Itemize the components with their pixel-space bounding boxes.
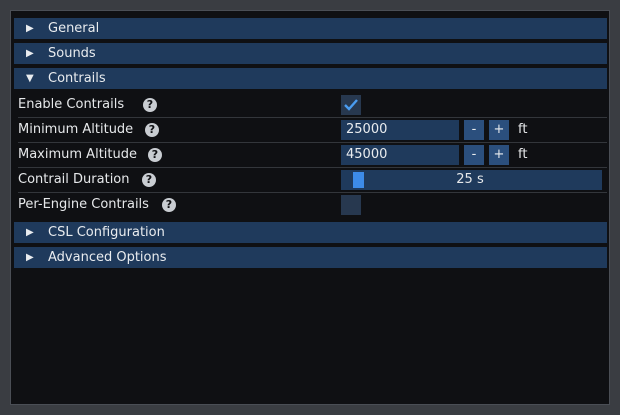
expand-arrow-icon: ▶ (26, 252, 34, 263)
maximum-altitude-row: Maximum Altitude ? 45000 - + ft (18, 143, 607, 168)
maximum-altitude-unit: ft (518, 147, 528, 162)
help-icon[interactable]: ? (148, 148, 162, 162)
minimum-altitude-unit: ft (518, 122, 528, 137)
minimum-altitude-increment-button[interactable]: + (489, 120, 509, 140)
section-sounds-label: Sounds (48, 46, 96, 61)
section-csl-configuration-label: CSL Configuration (48, 225, 165, 240)
help-icon[interactable]: ? (145, 123, 159, 137)
help-icon[interactable]: ? (162, 198, 176, 212)
minimum-altitude-input[interactable]: 25000 (341, 120, 459, 140)
enable-contrails-label: Enable Contrails (18, 97, 125, 112)
help-icon[interactable]: ? (143, 98, 157, 112)
expand-arrow-icon: ▶ (26, 227, 34, 238)
contrail-duration-row: Contrail Duration ? 25 s (18, 168, 607, 193)
contrail-duration-value: 25 s (456, 172, 484, 187)
contrail-duration-label: Contrail Duration (18, 172, 130, 187)
section-advanced-options-label: Advanced Options (48, 250, 167, 265)
help-icon[interactable]: ? (142, 173, 156, 187)
section-contrails-label: Contrails (48, 71, 106, 86)
section-contrails-header[interactable]: ▼ Contrails (14, 68, 607, 89)
section-general-header[interactable]: ▶ General (14, 18, 607, 39)
enable-contrails-row: Enable Contrails ? (18, 93, 607, 118)
minimum-altitude-label: Minimum Altitude (18, 122, 134, 137)
expand-arrow-icon: ▶ (26, 48, 34, 59)
maximum-altitude-label: Maximum Altitude (18, 147, 137, 162)
section-advanced-options-header[interactable]: ▶ Advanced Options (14, 247, 607, 268)
section-csl-configuration-header[interactable]: ▶ CSL Configuration (14, 222, 607, 243)
section-sounds-header[interactable]: ▶ Sounds (14, 43, 607, 64)
per-engine-contrails-checkbox[interactable] (341, 195, 361, 215)
maximum-altitude-input[interactable]: 45000 (341, 145, 459, 165)
expand-arrow-icon: ▶ (26, 23, 34, 34)
minimum-altitude-decrement-button[interactable]: - (464, 120, 484, 140)
settings-window: ▶ General ▶ Sounds ▼ Contrails Enable Co… (10, 10, 610, 405)
collapse-arrow-icon: ▼ (26, 73, 34, 84)
maximum-altitude-decrement-button[interactable]: - (464, 145, 484, 165)
per-engine-contrails-row: Per-Engine Contrails ? (18, 193, 607, 217)
checkmark-icon (344, 99, 358, 111)
section-general-label: General (48, 21, 100, 36)
minimum-altitude-row: Minimum Altitude ? 25000 - + ft (18, 118, 607, 143)
contrail-duration-slider[interactable]: 25 s (341, 170, 602, 190)
enable-contrails-checkbox[interactable] (341, 95, 361, 115)
per-engine-contrails-label: Per-Engine Contrails (18, 197, 149, 212)
maximum-altitude-increment-button[interactable]: + (489, 145, 509, 165)
